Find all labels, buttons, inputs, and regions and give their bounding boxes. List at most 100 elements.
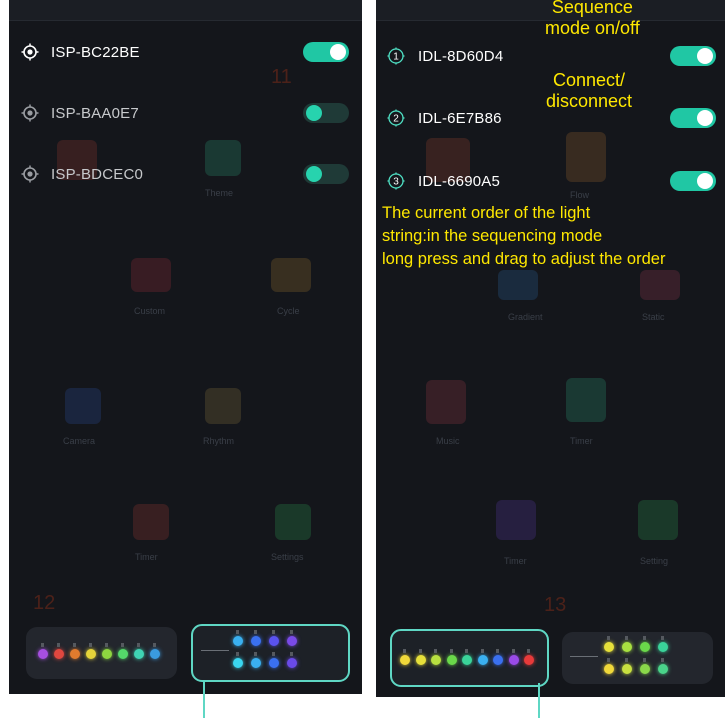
order-number: 1	[393, 51, 399, 62]
light-dot	[269, 658, 279, 668]
light-socket	[418, 649, 422, 653]
toggle-knob	[697, 48, 713, 64]
light-socket	[121, 643, 124, 647]
light-dot	[86, 649, 96, 659]
bg-app-icon	[638, 500, 678, 540]
connect-toggle[interactable]	[670, 171, 716, 191]
connect-toggle[interactable]	[303, 164, 349, 184]
numbered-circle-icon: 3	[387, 172, 405, 190]
bg-label: Settings	[271, 552, 304, 562]
light-socket	[236, 652, 239, 656]
device-name: IDL-6690A5	[418, 173, 501, 190]
light-socket	[89, 643, 92, 647]
light-socket	[661, 658, 664, 662]
connect-toggle[interactable]	[303, 42, 349, 62]
device-name: IDL-8D60D4	[418, 48, 504, 65]
sequence-annotation: Sequence mode on/off	[545, 0, 640, 38]
single-string-mode-card[interactable]	[26, 627, 177, 679]
light-socket	[496, 649, 499, 653]
bg-app-icon	[498, 270, 538, 300]
bg-app-icon	[496, 500, 536, 540]
order-number: 3	[393, 176, 399, 187]
numbered-circle-icon: 1	[387, 47, 405, 65]
light-dot	[622, 642, 632, 652]
bg-app-icon	[271, 258, 311, 292]
light-dot	[508, 655, 519, 665]
bg-number: 13	[544, 594, 567, 616]
bg-app-icon	[640, 270, 680, 300]
callout-line	[203, 680, 205, 718]
light-socket	[57, 643, 60, 647]
device-row[interactable]: 3 IDL-6690A5	[376, 167, 725, 197]
light-dot	[54, 649, 64, 659]
light-dot	[431, 655, 441, 665]
light-socket	[434, 649, 437, 653]
light-socket	[661, 636, 664, 640]
device-row[interactable]: 1 IDL-8D60D4	[376, 42, 725, 72]
device-name: ISP-BC22BE	[51, 44, 140, 61]
light-dot	[477, 655, 488, 665]
light-socket	[272, 630, 275, 634]
bg-label: Rhythm	[203, 436, 235, 446]
toggle-knob	[697, 173, 713, 189]
light-socket	[290, 630, 293, 634]
toggle-knob	[697, 110, 713, 126]
bg-label: Cycle	[277, 306, 300, 316]
light-dot	[287, 658, 297, 668]
bg-app-icon	[65, 388, 101, 424]
numbered-circle-icon: 2	[387, 109, 405, 127]
light-socket	[643, 636, 646, 640]
light-dot	[233, 636, 243, 646]
light-dot	[415, 655, 426, 665]
toggle-knob	[306, 166, 322, 182]
left-phone-screen: 11 Theme Custom Cycle Camera Rhythm Time…	[9, 0, 362, 694]
right-phone-screen: Flow Gradient Static Music Timer Timer S…	[376, 0, 725, 697]
light-dot	[640, 664, 650, 674]
bg-label: Music	[436, 436, 460, 446]
light-dot	[446, 655, 457, 665]
light-dot	[658, 664, 668, 674]
light-socket	[511, 649, 515, 653]
connect-toggle[interactable]	[670, 108, 716, 128]
bg-label: Camera	[63, 436, 96, 446]
light-socket	[625, 658, 628, 662]
device-row[interactable]: ISP-BDCEC0	[9, 160, 362, 190]
bg-app-icon	[205, 388, 241, 424]
device-row[interactable]: ISP-BC22BE	[9, 38, 362, 68]
bg-app-icon	[131, 258, 171, 292]
light-dot	[287, 636, 297, 646]
bg-app-icon	[275, 504, 311, 540]
target-icon	[21, 165, 39, 183]
light-dot	[658, 642, 668, 652]
light-socket	[41, 643, 44, 647]
light-socket	[73, 643, 76, 647]
light-socket	[105, 643, 108, 647]
light-socket	[153, 643, 156, 647]
single-string-mode-card[interactable]	[390, 629, 549, 687]
sequence-mode-toggle[interactable]	[670, 46, 716, 66]
light-dot	[622, 664, 632, 674]
light-socket	[465, 649, 468, 653]
callout-line	[538, 683, 540, 718]
light-dot	[524, 655, 534, 665]
dual-string-mode-card[interactable]	[191, 624, 350, 682]
light-socket	[272, 652, 275, 656]
light-dot	[251, 636, 261, 646]
toggle-knob	[306, 105, 322, 121]
bg-number: 11	[271, 66, 292, 88]
light-socket	[137, 643, 140, 647]
dual-string-mode-card[interactable]	[562, 632, 713, 684]
device-name: IDL-6E7B86	[418, 110, 502, 127]
connect-toggle[interactable]	[303, 103, 349, 123]
device-row[interactable]: ISP-BAA0E7	[9, 99, 362, 129]
light-socket	[625, 636, 628, 640]
light-dot	[400, 655, 410, 665]
light-socket	[449, 649, 453, 653]
order-annotation: The current order of the light string:in…	[382, 204, 666, 268]
bg-label: Setting	[640, 556, 669, 566]
order-number: 2	[393, 113, 399, 124]
bg-label: Timer	[504, 556, 527, 566]
top-bar	[9, 0, 362, 21]
target-icon	[21, 104, 39, 122]
target-icon	[21, 43, 39, 61]
